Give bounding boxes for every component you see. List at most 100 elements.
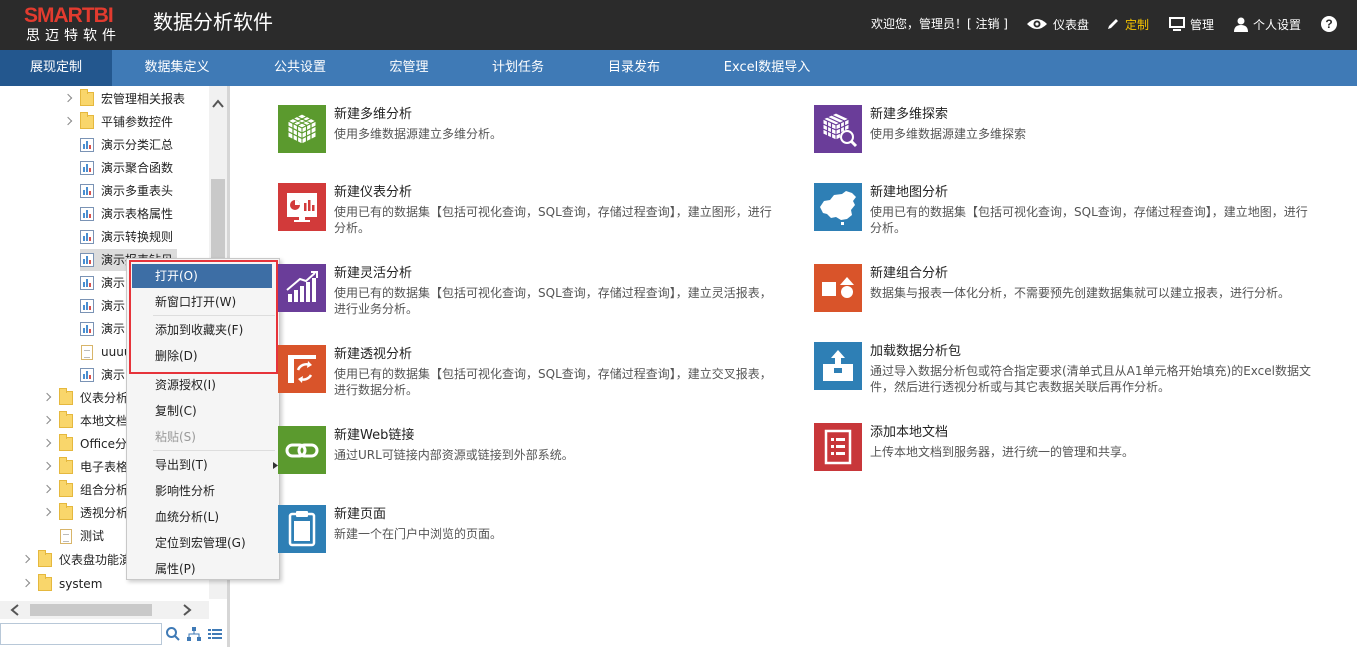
menu-item-copy[interactable]: 复制(C)	[127, 399, 279, 423]
tree-item[interactable]: system	[22, 573, 102, 595]
tree-item[interactable]: 本地文档	[43, 410, 128, 432]
personal-settings-button[interactable]: 个人设置	[1234, 14, 1301, 34]
manage-label: 管理	[1190, 17, 1215, 32]
tree-view-icon[interactable]	[186, 626, 202, 642]
expand-arrow-icon[interactable]	[43, 410, 53, 432]
tree-item-label: 演示	[101, 299, 126, 313]
tree-item[interactable]: 平铺参数控件	[64, 111, 173, 133]
menu-item-properties[interactable]: 属性(P)	[127, 557, 279, 581]
menu-item-resource-auth[interactable]: 资源授权(I)	[127, 373, 279, 397]
tree-item[interactable]: uuuu	[81, 341, 131, 363]
tree-item[interactable]: 演示多重表头	[80, 180, 173, 202]
nav-tab-scheduled-tasks[interactable]: 计划任务	[468, 50, 568, 86]
tree-item[interactable]: 仪表盘功能演	[22, 549, 131, 571]
tree-item[interactable]: 仪表分析	[43, 387, 128, 409]
expand-arrow-icon[interactable]	[22, 549, 32, 571]
nav-tab-excel-import[interactable]: Excel数据导入	[706, 50, 828, 86]
expand-arrow-icon[interactable]	[43, 456, 53, 478]
card-new-page[interactable]: 新建页面 新建一个在门户中浏览的页面。	[278, 505, 778, 553]
logo: SMARTBI 思迈特软件	[24, 5, 140, 45]
card-title: 新建组合分析	[870, 266, 949, 281]
tree-item-label: 电子表格	[80, 460, 129, 474]
card-description: 使用已有的数据集【包括可视化查询，SQL查询，存储过程查询】，建立地图，进行分析…	[870, 205, 1308, 235]
personal-settings-label: 个人设置	[1253, 17, 1302, 32]
card-title: 新建多维探索	[870, 107, 949, 122]
tree-item[interactable]: 宏管理相关报表	[64, 88, 185, 110]
menu-item-export-to[interactable]: 导出到(T)	[127, 453, 279, 477]
report-icon	[80, 299, 94, 313]
tree-search-input[interactable]	[0, 623, 162, 645]
card-title: 新建Web链接	[334, 428, 415, 443]
card-load-data-package[interactable]: 加载数据分析包 通过导入数据分析包或符合指定要求(清单式且从A1单元格开始填充)…	[814, 342, 1324, 398]
tree-item[interactable]: 演示	[80, 295, 125, 317]
expand-arrow-icon[interactable]	[43, 502, 53, 524]
document-icon	[814, 423, 862, 471]
scroll-right-icon[interactable]	[182, 604, 192, 616]
scroll-left-icon[interactable]	[10, 604, 20, 616]
tree-item[interactable]: 透视分析	[43, 502, 128, 524]
list-view-icon[interactable]	[207, 626, 223, 642]
menu-item-impact-analysis[interactable]: 影响性分析	[127, 479, 279, 503]
search-icon[interactable]	[165, 626, 181, 642]
tree-item[interactable]: 演示	[80, 364, 125, 386]
card-new-pivot-analysis[interactable]: 新建透视分析 使用已有的数据集【包括可视化查询，SQL查询，存储过程查询】，建立…	[278, 345, 778, 401]
tree-item[interactable]: 演示表格属性	[80, 203, 173, 225]
nav-tab-public-settings[interactable]: 公共设置	[250, 50, 350, 86]
scroll-up-icon[interactable]	[212, 99, 224, 109]
card-new-dashboard-analysis[interactable]: 新建仪表分析 使用已有的数据集【包括可视化查询，SQL查询，存储过程查询】，建立…	[278, 183, 778, 239]
tree-item[interactable]: 演示聚合函数	[80, 157, 173, 179]
folder-icon	[59, 480, 73, 497]
tree-item[interactable]: 演示	[80, 318, 125, 340]
china-map-icon	[814, 183, 862, 231]
card-new-multidim-analysis[interactable]: 新建多维分析 使用多维数据源建立多维分析。	[278, 105, 778, 153]
card-new-multidim-explore[interactable]: 新建多维探索 使用多维数据源建立多维探索	[814, 105, 1324, 153]
card-new-combined-analysis[interactable]: 新建组合分析 数据集与报表一体化分析，不需要预先创建数据集就可以建立报表，进行分…	[814, 264, 1324, 312]
help-icon[interactable]: ?	[1321, 16, 1337, 32]
card-add-local-document[interactable]: 添加本地文档 上传本地文档到服务器，进行统一的管理和共享。	[814, 423, 1324, 471]
card-title: 加载数据分析包	[870, 344, 962, 359]
nav-tab-dataset-definition[interactable]: 数据集定义	[120, 50, 234, 86]
nav-tab-catalog-publish[interactable]: 目录发布	[584, 50, 684, 86]
menu-item-lineage-analysis[interactable]: 血统分析(L)	[127, 505, 279, 529]
expand-arrow-icon[interactable]	[22, 573, 32, 595]
expand-arrow-icon[interactable]	[43, 387, 53, 409]
card-new-flexible-analysis[interactable]: 新建灵活分析 使用已有的数据集【包括可视化查询，SQL查询，存储过程查询】，建立…	[278, 264, 778, 320]
tree-item-label: 宏管理相关报表	[101, 92, 186, 106]
tree-item[interactable]: 演示	[80, 272, 125, 294]
folder-icon	[59, 434, 73, 451]
menu-item-locate-macro[interactable]: 定位到宏管理(G)	[127, 531, 279, 555]
nav-tab-macro-management[interactable]: 宏管理	[360, 50, 458, 86]
expand-arrow-icon[interactable]	[64, 111, 74, 133]
tree-item[interactable]: 电子表格	[43, 456, 128, 478]
expand-arrow-icon[interactable]	[43, 433, 53, 455]
dashboard-button[interactable]: 仪表盘	[1026, 14, 1089, 34]
tree-item[interactable]: 演示分类汇总	[80, 134, 173, 156]
tree-item[interactable]: 演示转换规则	[80, 226, 173, 248]
menu-separator	[153, 450, 275, 451]
manage-button[interactable]: 管理	[1169, 14, 1214, 34]
tree-horizontal-scrollbar[interactable]	[0, 601, 209, 619]
folder-icon	[59, 388, 73, 405]
dashboard-label: 仪表盘	[1053, 17, 1090, 32]
expand-arrow-icon[interactable]	[43, 479, 53, 501]
card-new-web-link[interactable]: 新建Web链接 通过URL可链接内部资源或链接到外部系统。	[278, 426, 778, 474]
tree-item[interactable]: 组合分析	[43, 479, 128, 501]
tree-item[interactable]: 测试	[60, 525, 104, 547]
customize-label: 定制	[1125, 17, 1150, 32]
document-icon	[81, 344, 93, 360]
report-icon	[80, 207, 94, 221]
card-new-map-analysis[interactable]: 新建地图分析 使用已有的数据集【包括可视化查询，SQL查询，存储过程查询】，建立…	[814, 183, 1324, 239]
card-title: 新建透视分析	[334, 347, 413, 362]
welcome-text[interactable]: 欢迎您，管理员！[ 注销 ]	[871, 16, 1008, 32]
nav-tab-custom-display[interactable]: 展现定制	[0, 50, 112, 86]
folder-icon	[59, 411, 73, 428]
card-title: 新建仪表分析	[334, 185, 413, 200]
user-icon	[1234, 17, 1248, 32]
tree-item[interactable]: Office分	[43, 433, 127, 455]
expand-arrow-icon[interactable]	[64, 88, 74, 110]
scrollbar-thumb[interactable]	[30, 604, 152, 616]
tree-item-label: 演示聚合函数	[101, 161, 174, 175]
report-icon	[80, 161, 94, 175]
tree-item-label: system	[59, 577, 103, 591]
customize-button[interactable]: 定制	[1106, 14, 1149, 34]
